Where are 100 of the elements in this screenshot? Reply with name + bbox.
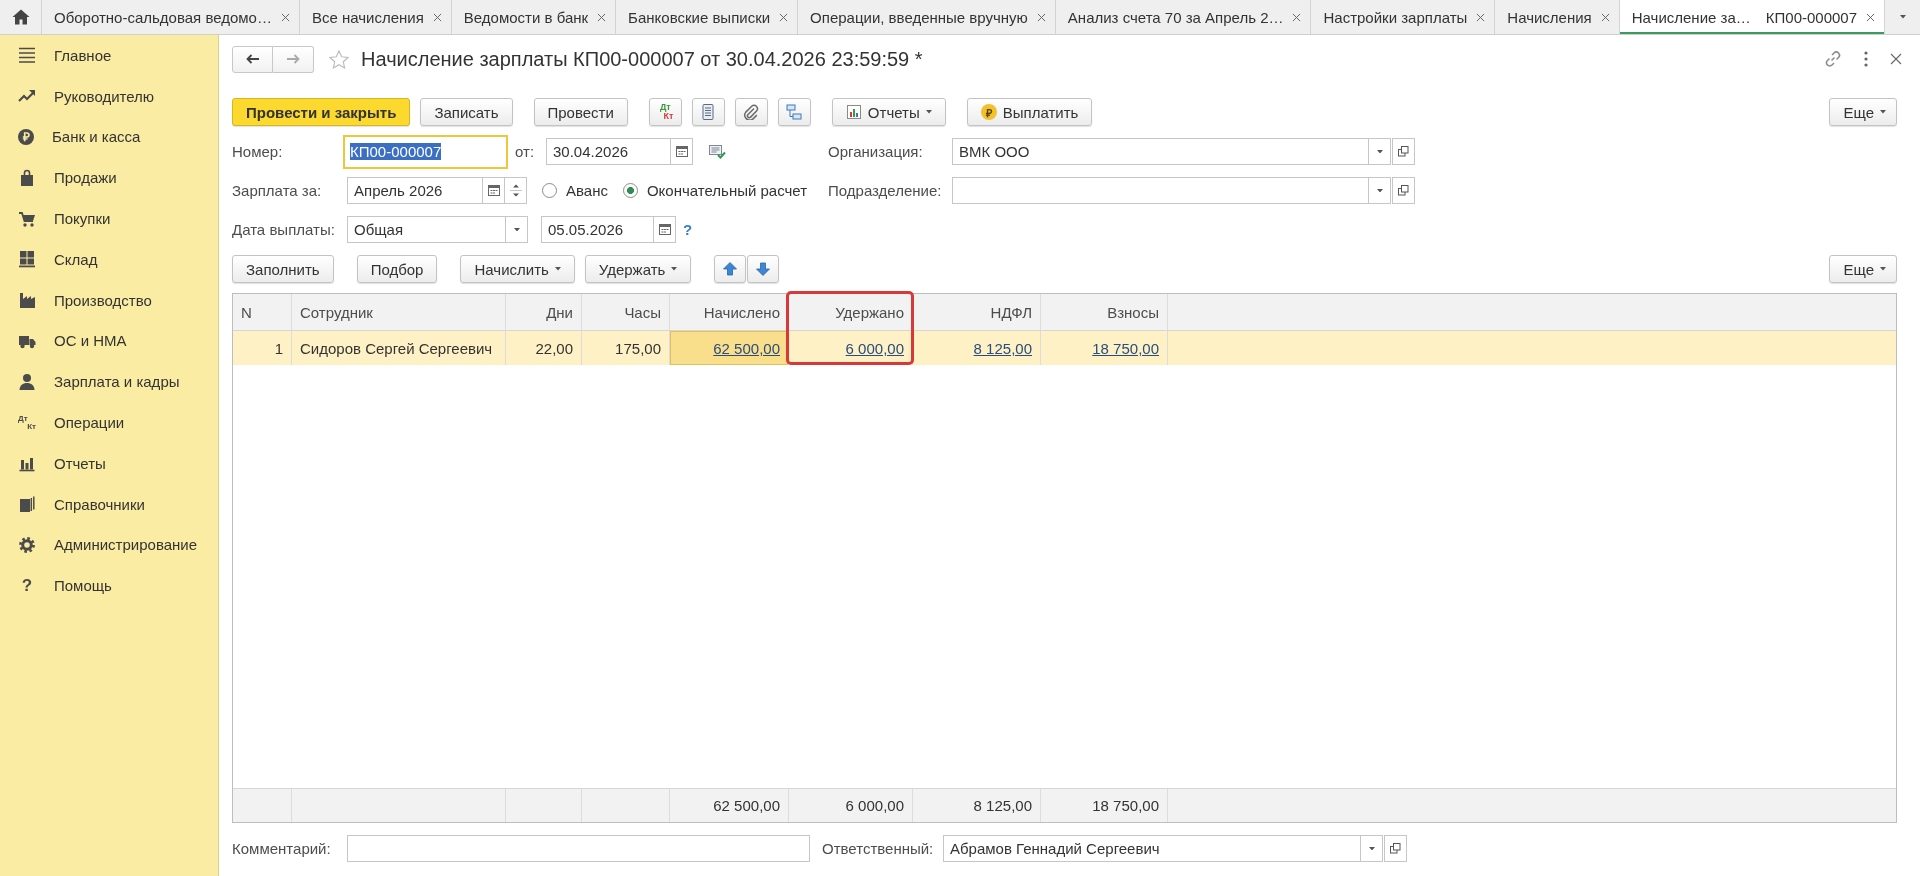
close-icon[interactable] (597, 12, 607, 22)
close-icon[interactable] (280, 12, 290, 22)
column-header[interactable]: N (233, 294, 292, 330)
document-check-icon[interactable] (709, 144, 726, 159)
caret-icon (513, 227, 520, 232)
sidebar-item[interactable]: Зарплата и кадры (0, 361, 218, 403)
field-label: Номер: (232, 143, 284, 160)
star-icon[interactable] (329, 49, 349, 69)
table-row[interactable]: 1 Сидоров Сергей Сергеевич 22,00 175,00 62 500,00 6 000,00 8 125,00 18 750,00 (233, 331, 1896, 365)
sidebar-item[interactable]: Администрирование (0, 524, 218, 566)
arrow-down-icon (755, 261, 772, 277)
command-button[interactable]: Записать (420, 98, 513, 126)
tab[interactable]: Настройки зарплаты (1311, 0, 1496, 34)
table-cell: 22,00 (506, 331, 582, 365)
primary-button[interactable]: Провести и закрыть (232, 98, 411, 126)
pay-button[interactable]: ₽ Выплатить (966, 98, 1093, 126)
sidebar-item[interactable]: Производство (0, 279, 218, 321)
back-button[interactable] (232, 45, 273, 73)
link-icon[interactable] (1824, 50, 1842, 68)
sidebar-item[interactable]: Покупки (0, 198, 218, 239)
list-button[interactable] (691, 98, 725, 126)
close-icon[interactable] (779, 12, 789, 22)
total-cell: 8 125,00 (913, 789, 1041, 822)
sidebar-item[interactable]: Отчеты (0, 442, 218, 484)
command-button[interactable]: Подбор (356, 255, 438, 283)
period-field[interactable]: Апрель 2026 (347, 177, 483, 204)
paperclip-icon (743, 104, 760, 120)
table-cell: 1 (233, 331, 292, 365)
amount-link[interactable]: 18 750,00 (1092, 339, 1159, 357)
move-down-button[interactable] (747, 255, 780, 283)
move-up-button[interactable] (714, 255, 747, 283)
sidebar-item[interactable]: Справочники (0, 483, 218, 525)
date-field[interactable]: 30.04.2026 (546, 138, 671, 165)
sidebar-item[interactable]: Дт Кт Операции (0, 402, 218, 443)
close-icon[interactable] (1036, 12, 1046, 22)
amount-link[interactable]: 62 500,00 (713, 339, 780, 357)
close-icon[interactable] (1476, 12, 1486, 22)
radio-option[interactable]: Аванс (542, 182, 608, 199)
open-button[interactable] (1392, 177, 1415, 204)
arrow-right-icon (286, 54, 300, 64)
column-header[interactable]: НДФЛ (913, 294, 1041, 330)
close-icon[interactable] (432, 12, 442, 22)
tab[interactable]: Операции, введенные вручную (798, 0, 1056, 34)
calendar-button[interactable] (482, 177, 505, 204)
reports-button[interactable]: Отчеты (831, 98, 946, 126)
column-header[interactable]: Сотрудник (292, 294, 506, 330)
column-header[interactable]: Начислено (670, 294, 789, 330)
field-label: Подразделение: (828, 182, 943, 199)
debit-credit-button[interactable]: Дт Кт (648, 98, 682, 126)
open-button[interactable] (1392, 138, 1415, 165)
payment-date-type-field[interactable]: Общая (347, 216, 506, 243)
tab[interactable]: Банковские выписки (616, 0, 799, 34)
payment-date-field[interactable]: 05.05.2026 (541, 216, 654, 243)
comment-field[interactable] (347, 835, 810, 862)
sidebar-item[interactable]: Склад (0, 239, 218, 280)
number-field[interactable]: КП00-000007 (343, 134, 508, 169)
more-button[interactable]: Еще (1829, 255, 1897, 283)
sidebar-item[interactable]: Продажи (0, 157, 218, 199)
command-button[interactable]: Провести (533, 98, 628, 126)
responsible-field[interactable]: Абрамов Геннадий Сергеевич (943, 835, 1361, 862)
tab[interactable]: Все начисления (299, 0, 452, 34)
command-button[interactable]: Удержать (584, 255, 692, 283)
calendar-button[interactable] (670, 138, 693, 165)
column-header[interactable]: Взносы (1041, 294, 1168, 330)
organization-field[interactable]: ВМК ООО (952, 138, 1369, 165)
help-link[interactable]: ? (683, 221, 693, 238)
amount-link[interactable]: 8 125,00 (973, 339, 1032, 357)
amount-link[interactable]: 6 000,00 (845, 339, 904, 357)
field-label: от: (515, 143, 536, 160)
close-icon[interactable] (1890, 53, 1902, 65)
radio-button[interactable] (622, 183, 638, 198)
column-header[interactable]: Удержано (789, 294, 913, 330)
field-label: Дата выплаты: (232, 221, 336, 238)
tab[interactable]: Начисления (1495, 0, 1620, 34)
more-button[interactable]: Еще (1829, 98, 1897, 126)
close-icon[interactable] (1866, 12, 1876, 22)
calendar-button[interactable] (653, 216, 676, 243)
caret-icon (1376, 188, 1383, 193)
radio-option[interactable]: Окончательный расчет (622, 182, 808, 199)
command-button[interactable]: Заполнить (232, 255, 334, 283)
attach-button[interactable] (734, 98, 768, 126)
sidebar-item[interactable]: ₽ Банк и касса (0, 116, 218, 158)
column-header[interactable]: Дни (506, 294, 582, 330)
open-button[interactable] (1384, 835, 1407, 862)
tab[interactable]: Начисление за… КП00-000007 (1619, 0, 1886, 34)
column-header[interactable]: Часы (582, 294, 670, 330)
close-icon[interactable] (1292, 12, 1302, 22)
more-icon[interactable] (1864, 51, 1868, 67)
sidebar-item[interactable]: ОС и НМА (0, 320, 218, 362)
tab[interactable]: Ведомости в банк (451, 0, 617, 34)
help-icon: ? (18, 576, 36, 595)
sidebar-item[interactable]: ? Помощь (0, 565, 218, 607)
command-button[interactable]: Начислить (460, 255, 575, 283)
close-icon[interactable] (1600, 12, 1610, 22)
sidebar-item[interactable]: Руководителю (0, 75, 218, 117)
department-field[interactable] (952, 177, 1369, 204)
radio-button[interactable] (542, 183, 557, 198)
sidebar-item[interactable]: Главное (0, 35, 218, 76)
tab[interactable]: Анализ счета 70 за Апрель 2… (1055, 0, 1312, 34)
tab[interactable]: Оборотно-сальдовая ведомо… (42, 0, 300, 34)
